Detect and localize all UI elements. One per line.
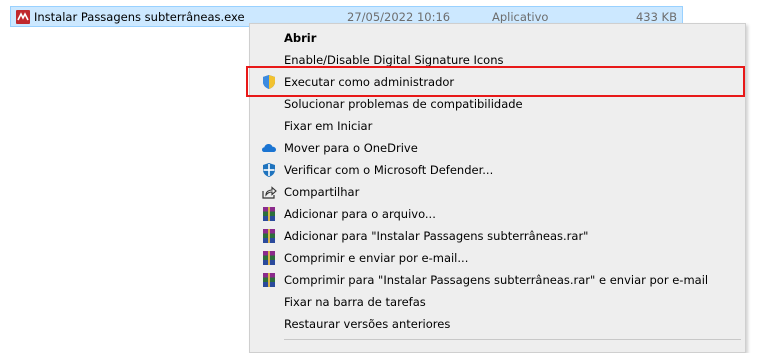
menu-item-share[interactable]: Compartilhar xyxy=(252,181,743,203)
menu-item-pin-taskbar[interactable]: Fixar na barra de tarefas xyxy=(252,291,743,313)
file-date: 27/05/2022 10:16 xyxy=(347,10,451,24)
menu-item-label: Verificar com o Microsoft Defender... xyxy=(284,163,494,177)
file-name[interactable]: Instalar Passagens subterrâneas.exe xyxy=(34,10,245,24)
menu-item-label: Comprimir e enviar por e-mail... xyxy=(284,251,469,265)
onedrive-cloud-icon xyxy=(262,144,276,152)
winrar-icon xyxy=(263,251,275,265)
menu-item-label: Fixar em Iniciar xyxy=(284,119,373,133)
menu-item-compress-rar-email[interactable]: Comprimir para "Instalar Passagens subte… xyxy=(252,269,743,291)
winrar-icon xyxy=(263,273,275,287)
file-type: Aplicativo xyxy=(492,10,549,24)
menu-item-pin-start[interactable]: Fixar em Iniciar xyxy=(252,115,743,137)
menu-item-label: Restaurar versões anteriores xyxy=(284,317,451,331)
winrar-icon xyxy=(263,229,275,243)
app-icon xyxy=(16,10,30,24)
menu-separator xyxy=(284,339,741,340)
menu-item-label: Fixar na barra de tarefas xyxy=(284,295,426,309)
winrar-icon xyxy=(263,207,275,221)
menu-item-label: Enable/Disable Digital Signature Icons xyxy=(284,53,504,67)
menu-item-label: Adicionar para o arquivo... xyxy=(284,207,436,221)
menu-item-restore-versions[interactable]: Restaurar versões anteriores xyxy=(252,313,743,335)
annotation-highlight-box xyxy=(246,66,745,97)
menu-item-add-to-archive[interactable]: Adicionar para o arquivo... xyxy=(252,203,743,225)
menu-item-label: Mover para o OneDrive xyxy=(284,141,418,155)
file-size: 433 KB xyxy=(635,10,677,24)
menu-item-label: Adicionar para "Instalar Passagens subte… xyxy=(284,229,589,243)
menu-item-label: Comprimir para "Instalar Passagens subte… xyxy=(284,273,709,287)
menu-item-label: Solucionar problemas de compatibilidade xyxy=(284,97,523,111)
menu-item-defender-scan[interactable]: Verificar com o Microsoft Defender... xyxy=(252,159,743,181)
menu-item-label: Compartilhar xyxy=(284,185,360,199)
menu-item-add-to-rar[interactable]: Adicionar para "Instalar Passagens subte… xyxy=(252,225,743,247)
menu-item-label: Abrir xyxy=(284,31,317,45)
defender-icon xyxy=(263,163,275,177)
menu-item-abrir[interactable]: Abrir xyxy=(252,27,743,49)
menu-item-compress-email[interactable]: Comprimir e enviar por e-mail... xyxy=(252,247,743,269)
menu-item-move-onedrive[interactable]: Mover para o OneDrive xyxy=(252,137,743,159)
share-icon xyxy=(262,186,277,199)
